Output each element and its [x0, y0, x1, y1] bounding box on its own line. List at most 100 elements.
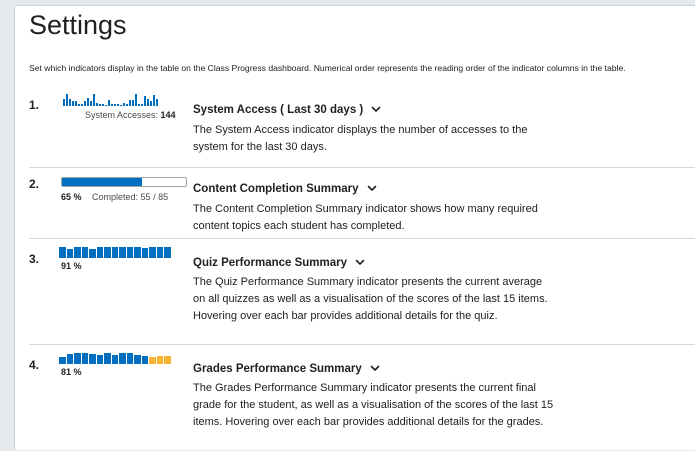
- score-bar[interactable]: [141, 248, 148, 258]
- access-bar: [99, 104, 101, 106]
- score-bar[interactable]: [66, 354, 73, 364]
- score-bar[interactable]: [96, 355, 103, 364]
- access-bar: [135, 94, 137, 106]
- score-bar[interactable]: [89, 249, 96, 258]
- chevron-down-icon: [370, 366, 380, 372]
- score-bar[interactable]: [126, 247, 133, 258]
- access-bar: [138, 104, 140, 106]
- score-bar[interactable]: [134, 247, 141, 258]
- indicator-description: The Grades Performance Summary indicator…: [193, 382, 554, 428]
- access-bar: [108, 100, 110, 106]
- system-access-activity-chart[interactable]: [63, 94, 159, 106]
- score-bar[interactable]: [89, 354, 96, 364]
- quiz-scores-chart[interactable]: [59, 247, 172, 258]
- indicator-toggle-grades-performance[interactable]: Grades Performance Summary: [193, 363, 380, 375]
- access-bar: [111, 104, 113, 106]
- page-title: Settings: [29, 10, 127, 40]
- indicator-number: 2.: [29, 177, 40, 191]
- access-bar: [87, 98, 89, 106]
- score-bar[interactable]: [156, 247, 163, 258]
- indicator-toggle-content-completion[interactable]: Content Completion Summary: [193, 183, 377, 195]
- access-bar: [126, 104, 128, 106]
- score-bar[interactable]: [126, 353, 133, 364]
- chevron-down-icon: [355, 260, 365, 266]
- quiz-performance-metric: 91 %: [61, 261, 82, 271]
- access-bar: [120, 105, 122, 106]
- score-bar[interactable]: [164, 247, 171, 258]
- indicator-number: 1.: [29, 98, 40, 112]
- score-bar[interactable]: [66, 249, 73, 258]
- score-bar[interactable]: [81, 353, 88, 364]
- indicator-toggle-quiz-performance[interactable]: Quiz Performance Summary: [193, 257, 365, 269]
- indicator-name: System Access ( Last 30 days ): [193, 104, 364, 116]
- score-bar[interactable]: [74, 247, 81, 258]
- settings-panel: Settings Set which indicators display in…: [14, 5, 695, 450]
- access-bar: [123, 103, 125, 106]
- grades-performance-metric: 81 %: [61, 367, 82, 377]
- score-bar[interactable]: [164, 356, 171, 364]
- score-bar[interactable]: [119, 353, 126, 364]
- score-bar[interactable]: [156, 356, 163, 364]
- indicator-name: Content Completion Summary: [193, 183, 359, 195]
- page-description: Set which indicators display in the tabl…: [29, 63, 626, 73]
- score-bar[interactable]: [74, 353, 81, 364]
- score-bar[interactable]: [119, 247, 126, 258]
- score-bar[interactable]: [104, 353, 111, 364]
- score-bar[interactable]: [149, 247, 156, 258]
- access-bar: [75, 101, 77, 106]
- access-bar: [90, 101, 92, 106]
- score-bar[interactable]: [96, 247, 103, 258]
- access-bar: [153, 95, 155, 106]
- access-bar: [141, 104, 143, 106]
- score-bar[interactable]: [134, 355, 141, 364]
- indicator-row-grades-performance: 4. 81 % Grades Performance Summary The G…: [15, 345, 695, 451]
- access-bar: [69, 99, 71, 106]
- indicator-description: The System Access indicator displays the…: [193, 124, 528, 153]
- indicator-number: 3.: [29, 252, 40, 266]
- content-completion-progress-bar[interactable]: [61, 177, 187, 187]
- content-completion-count: Completed: 55 / 85: [92, 192, 169, 202]
- indicator-description: The Content Completion Summary indicator…: [193, 203, 538, 232]
- access-bar: [63, 99, 65, 106]
- indicator-description: The Quiz Performance Summary indicator p…: [193, 276, 548, 322]
- access-bar: [129, 100, 131, 106]
- indicator-row-content-completion: 2. 65 % Completed: 55 / 85 Content Compl…: [15, 168, 695, 239]
- access-bar: [72, 101, 74, 106]
- score-bar[interactable]: [149, 357, 156, 364]
- grades-scores-chart[interactable]: [59, 353, 172, 364]
- chevron-down-icon: [367, 186, 376, 192]
- progress-fill: [62, 178, 143, 186]
- grades-performance-percent: 81 %: [61, 367, 82, 377]
- indicator-row-system-access: 1. System Accesses: 144 System Access ( …: [15, 88, 695, 168]
- system-access-metric-label: System Accesses:: [85, 110, 159, 120]
- quiz-performance-percent: 91 %: [61, 261, 82, 271]
- access-bar: [114, 104, 116, 106]
- indicator-row-quiz-performance: 3. 91 % Quiz Performance Summary The Qui…: [15, 239, 695, 345]
- access-bar: [93, 94, 95, 106]
- indicator-name: Quiz Performance Summary: [193, 257, 348, 269]
- access-bar: [102, 104, 104, 106]
- system-access-metric: System Accesses: 144: [85, 110, 176, 120]
- system-access-metric-value: 144: [160, 110, 176, 120]
- indicator-name: Grades Performance Summary: [193, 363, 362, 375]
- score-bar[interactable]: [59, 247, 66, 258]
- score-bar[interactable]: [111, 355, 118, 364]
- score-bar[interactable]: [104, 247, 111, 258]
- indicator-number: 4.: [29, 358, 40, 372]
- score-bar[interactable]: [111, 247, 118, 258]
- access-bar: [156, 99, 158, 106]
- content-completion-percent: 65 %: [61, 192, 82, 202]
- content-completion-metric: 65 % Completed: 55 / 85: [61, 192, 168, 202]
- access-bar: [81, 104, 83, 106]
- access-bar: [147, 99, 149, 106]
- access-bar: [150, 101, 152, 106]
- score-bar[interactable]: [141, 356, 148, 364]
- indicator-toggle-system-access[interactable]: System Access ( Last 30 days ): [193, 104, 381, 116]
- score-bar[interactable]: [81, 247, 88, 258]
- score-bar[interactable]: [59, 357, 66, 364]
- access-bar: [105, 105, 107, 106]
- chevron-down-icon: [372, 107, 381, 113]
- access-bar: [96, 103, 98, 106]
- access-bar: [84, 101, 86, 106]
- access-bar: [117, 104, 119, 106]
